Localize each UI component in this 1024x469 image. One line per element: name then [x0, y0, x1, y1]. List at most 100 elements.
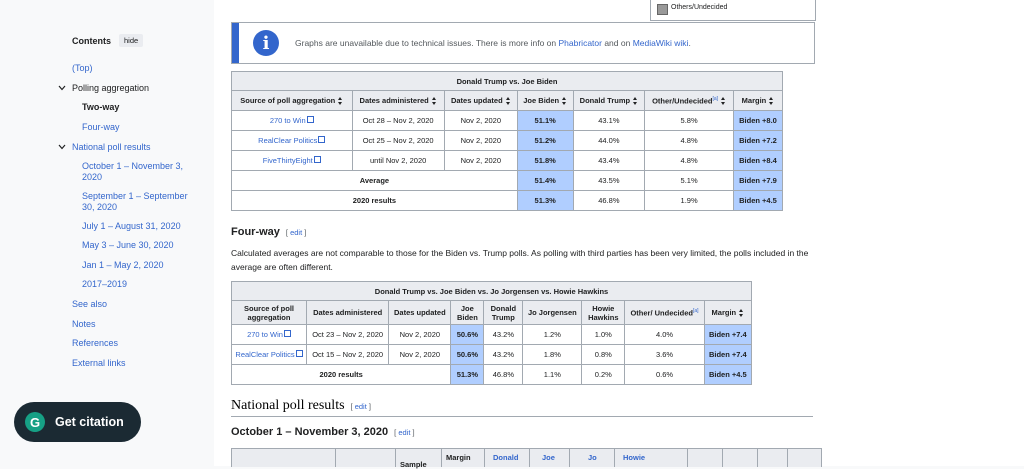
column-header-jo[interactable]: Jo — [569, 449, 615, 467]
toc-item-top[interactable]: (Top) — [72, 63, 202, 74]
national-poll-results-heading: National poll results [ edit ] — [231, 398, 813, 417]
table-row: RealClear Politics Oct 15 – Nov 2, 2020 … — [231, 344, 753, 365]
header-label: Howie Hawkins — [588, 303, 619, 322]
column-header-joe[interactable]: Joe — [529, 449, 570, 467]
column-header[interactable]: Joe Biden — [450, 300, 485, 325]
column-header[interactable]: Other/Undecided[a] — [644, 90, 734, 111]
table-cell: 1.1% — [522, 364, 583, 385]
sort-icon[interactable] — [769, 97, 774, 105]
column-header-sample[interactable]: Sample — [395, 449, 442, 469]
toc-item-external-links[interactable]: External links — [72, 358, 202, 369]
toc-item-july-august[interactable]: July 1 – August 31, 2020 — [82, 221, 202, 232]
chevron-down-icon[interactable] — [58, 84, 66, 92]
toc-item-references[interactable]: References — [72, 338, 202, 349]
table-cell: 3.6% — [624, 344, 705, 365]
legend-label-others: Others/Undecided — [671, 4, 728, 11]
citation-logo-icon: G — [25, 412, 45, 432]
column-header[interactable]: Howie Hawkins — [581, 300, 626, 325]
source-link[interactable]: FiveThirtyEight — [231, 150, 353, 171]
toc-item-four-way[interactable]: Four-way — [82, 122, 202, 133]
four-way-paragraph: Calculated averages are not comparable t… — [231, 248, 809, 272]
table-row: RealClear Politics Oct 25 – Nov 2, 2020 … — [231, 130, 784, 151]
edit-section[interactable]: [ edit ] — [351, 402, 371, 411]
toc-item-jan-may[interactable]: Jan 1 – May 2, 2020 — [82, 260, 202, 271]
header-label: Margin — [741, 95, 767, 105]
mediawiki-link[interactable]: MediaWiki wiki — [633, 38, 689, 48]
toc-item-september[interactable]: September 1 – September 30, 2020 — [82, 191, 202, 213]
table-cell: 50.6% — [450, 324, 485, 345]
source-link[interactable]: RealClear Politics — [231, 130, 353, 151]
table-cell: Oct 23 – Nov 2, 2020 — [305, 324, 390, 345]
get-citation-button[interactable]: G Get citation — [14, 402, 141, 442]
toc-item-national-poll-results[interactable]: National poll results — [72, 142, 202, 153]
sort-icon[interactable] — [505, 97, 511, 105]
toc-item-polling-aggregation[interactable]: Polling aggregation — [72, 83, 202, 94]
external-link-icon — [313, 156, 321, 163]
sort-icon[interactable] — [739, 309, 744, 317]
sort-icon[interactable] — [633, 97, 638, 105]
info-icon: i — [253, 30, 279, 56]
footnote-link[interactable]: [a] — [713, 96, 719, 102]
edit-section[interactable]: [ edit ] — [286, 228, 306, 237]
column-header-margin[interactable]: Margin — [441, 449, 485, 467]
column-header[interactable]: Joe Biden — [516, 90, 574, 111]
sort-icon[interactable] — [431, 97, 437, 105]
column-header[interactable]: Dates administered — [351, 90, 445, 111]
phabricator-link[interactable]: Phabricator — [559, 38, 602, 48]
toc-item-notes[interactable]: Notes — [72, 319, 202, 330]
source-label: FiveThirtyEight — [262, 156, 313, 165]
table-summary-row: Average 51.4% 43.5% 5.1% Biden +7.9 — [231, 170, 784, 191]
column-header[interactable]: Jo Jorgensen — [522, 300, 583, 325]
heading-text: National poll results — [231, 398, 345, 413]
notice-box: i Graphs are unavailable due to technica… — [231, 22, 815, 64]
toc-item-october[interactable]: October 1 – November 3, 2020 — [82, 161, 202, 183]
column-header[interactable]: Other/ Undecided[a] — [624, 300, 705, 325]
source-link[interactable]: 270 to Win — [231, 324, 307, 345]
source-link[interactable]: RealClear Politics — [231, 344, 307, 365]
header-label: Donald Trump — [579, 95, 631, 105]
header-label: Joe Biden — [456, 303, 478, 322]
column-header[interactable]: Source of poll aggregation — [231, 90, 353, 111]
toc-item-may-june[interactable]: May 3 – June 30, 2020 — [82, 240, 202, 251]
column-header[interactable]: Margin — [703, 300, 753, 325]
sort-icon[interactable] — [721, 97, 726, 106]
column-header-donald[interactable]: Donald — [484, 449, 530, 467]
column-header[interactable]: Dates administered — [305, 300, 390, 325]
four-way-poll-table: Donald Trump vs. Joe Biden vs. Jo Jorgen… — [230, 281, 753, 385]
column-header[interactable]: Source of poll aggregation — [231, 300, 307, 325]
column-header-blank — [787, 449, 821, 467]
sort-icon[interactable] — [338, 97, 343, 105]
edit-link[interactable]: edit — [398, 428, 410, 437]
edit-section[interactable]: [ edit ] — [394, 428, 414, 437]
column-header[interactable]: Donald Trump — [483, 300, 524, 325]
table-cell: 51.3% — [450, 364, 485, 385]
get-citation-label: Get citation — [55, 415, 124, 429]
toc-item-see-also[interactable]: See also — [72, 299, 202, 310]
edit-link[interactable]: edit — [290, 228, 302, 237]
table-cell: Average — [231, 170, 518, 191]
source-link[interactable]: 270 to Win — [231, 110, 353, 131]
table-cell: 1.2% — [522, 324, 583, 345]
column-header[interactable]: Margin — [732, 90, 784, 111]
edit-link[interactable]: edit — [355, 402, 367, 411]
column-header-blank — [722, 449, 758, 467]
sort-icon[interactable] — [562, 97, 567, 105]
header-label: Margin — [446, 453, 471, 462]
toc-item-2017-2019[interactable]: 2017–2019 — [82, 279, 202, 290]
column-header[interactable]: Dates updated — [443, 90, 518, 111]
footnote-link[interactable]: [a] — [693, 308, 699, 314]
toc-item-two-way[interactable]: Two-way — [82, 102, 202, 113]
header-label: Sample — [400, 460, 427, 469]
chart-legend-fragment: Others/Undecided — [650, 0, 816, 21]
column-header[interactable]: Dates updated — [388, 300, 452, 325]
column-header-howie[interactable]: Howie — [614, 449, 688, 467]
table-cell: 0.6% — [624, 364, 705, 385]
column-header[interactable]: Donald Trump — [572, 90, 646, 111]
column-header-blank — [687, 449, 723, 467]
notice-text-part: . — [688, 38, 691, 48]
chevron-down-icon[interactable] — [58, 143, 66, 151]
heading-text: Four-way — [231, 226, 280, 238]
header-label: Jo Jorgensen — [527, 308, 577, 317]
header-label: Dates updated — [394, 308, 446, 317]
table-cell: Biden +7.4 — [703, 344, 753, 365]
